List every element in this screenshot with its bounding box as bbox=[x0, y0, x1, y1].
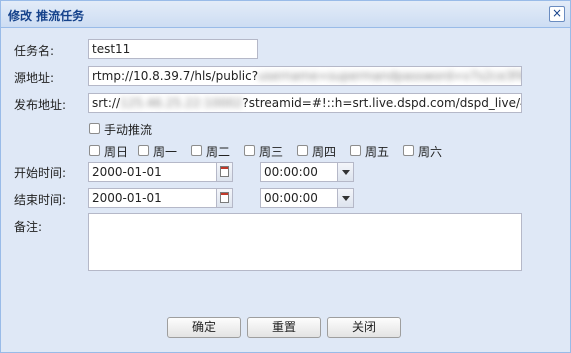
weekday-friday-checkbox[interactable] bbox=[350, 145, 361, 156]
end-time-label: 结束时间: bbox=[14, 193, 67, 207]
weekday-sunday-label: 周日 bbox=[104, 145, 129, 159]
publish-url-input[interactable]: srt://125.46.25.22:10002?streamid=#!::h=… bbox=[88, 93, 522, 113]
notes-textarea[interactable] bbox=[88, 213, 522, 271]
notes-label: 备注: bbox=[14, 220, 43, 234]
weekday-saturday-label: 周六 bbox=[418, 145, 443, 159]
start-time-dropdown-button[interactable] bbox=[337, 162, 354, 182]
close-button[interactable]: 关闭 bbox=[327, 317, 401, 338]
edit-stream-task-dialog: 修改 推流任务 × 任务名: test11 源地址: rtmp://10.8.3… bbox=[0, 0, 571, 353]
start-date-input[interactable]: 2000-01-01 bbox=[88, 162, 217, 182]
publish-url-label: 发布地址: bbox=[14, 98, 67, 112]
weekday-wednesday-label: 周三 bbox=[259, 145, 284, 159]
dialog-body: 任务名: test11 源地址: rtmp://10.8.39.7/hls/pu… bbox=[8, 32, 563, 343]
form-panel: 任务名: test11 源地址: rtmp://10.8.39.7/hls/pu… bbox=[8, 32, 563, 310]
task-name-label: 任务名: bbox=[14, 44, 55, 58]
manual-push-label: 手动推流 bbox=[104, 123, 153, 137]
dialog-titlebar[interactable]: 修改 推流任务 × bbox=[1, 1, 570, 28]
end-time-dropdown-button[interactable] bbox=[337, 188, 354, 208]
chevron-down-icon bbox=[342, 170, 350, 175]
close-icon[interactable]: × bbox=[549, 6, 565, 22]
reset-button[interactable]: 重置 bbox=[247, 317, 321, 338]
weekday-tuesday-checkbox[interactable] bbox=[191, 145, 202, 156]
weekday-thursday-label: 周四 bbox=[312, 145, 337, 159]
weekday-sunday-checkbox[interactable] bbox=[89, 145, 100, 156]
publish-url-prefix: srt:// bbox=[92, 96, 121, 110]
source-url-value: rtmp://10.8.39.7/hls/public? bbox=[92, 69, 259, 83]
confirm-button[interactable]: 确定 bbox=[167, 317, 241, 338]
end-date-picker-button[interactable] bbox=[216, 188, 233, 208]
source-url-input[interactable]: rtmp://10.8.39.7/hls/public?username=sup… bbox=[88, 66, 522, 86]
publish-url-redacted: 125.46.25.22:10002 bbox=[120, 96, 243, 110]
end-time-select[interactable]: 00:00:00 bbox=[260, 188, 338, 208]
source-url-redacted: username=supermandpassword=v7s2ce3f4f2 bbox=[258, 69, 522, 83]
dialog-title: 修改 推流任务 bbox=[8, 9, 85, 23]
start-date-picker-button[interactable] bbox=[216, 162, 233, 182]
weekday-thursday-checkbox[interactable] bbox=[297, 145, 308, 156]
manual-push-checkbox[interactable] bbox=[89, 123, 100, 134]
task-name-input[interactable]: test11 bbox=[88, 39, 258, 59]
weekday-monday-label: 周一 bbox=[153, 145, 178, 159]
source-url-label: 源地址: bbox=[14, 71, 55, 85]
weekday-wednesday-checkbox[interactable] bbox=[244, 145, 255, 156]
weekday-tuesday-label: 周二 bbox=[206, 145, 231, 159]
calendar-icon bbox=[220, 192, 229, 203]
weekday-monday-checkbox[interactable] bbox=[138, 145, 149, 156]
publish-url-suffix: ?streamid=#!::h=srt.live.dspd.com/dspd_l… bbox=[242, 96, 521, 110]
chevron-down-icon bbox=[342, 196, 350, 201]
weekday-saturday-checkbox[interactable] bbox=[403, 145, 414, 156]
start-time-select[interactable]: 00:00:00 bbox=[260, 162, 338, 182]
end-date-input[interactable]: 2000-01-01 bbox=[88, 188, 217, 208]
weekday-friday-label: 周五 bbox=[365, 145, 390, 159]
calendar-icon bbox=[220, 166, 229, 177]
start-time-label: 开始时间: bbox=[14, 166, 67, 180]
